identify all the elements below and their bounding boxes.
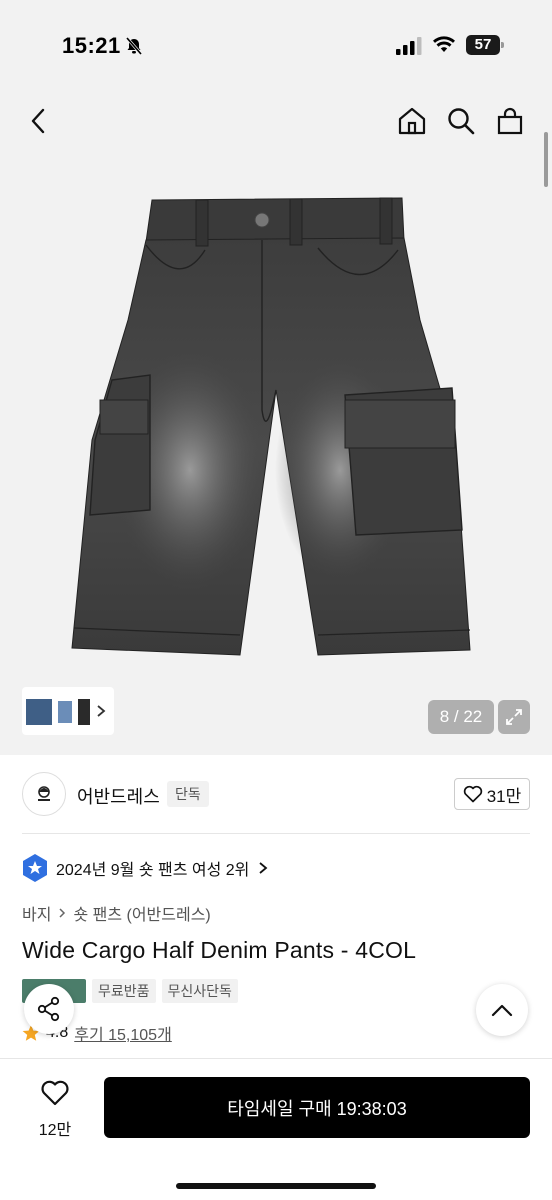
brand-like-count: 31만	[486, 786, 522, 806]
ranking-text: 2024년 9월 숏 팬츠 여성 2위	[56, 862, 250, 879]
bell-off-icon	[125, 37, 143, 55]
home-icon	[398, 107, 426, 135]
cart-button[interactable]	[490, 101, 530, 141]
wishlist-count: 12만	[38, 1122, 72, 1139]
brand-row: 어반드레스 단독 31만	[22, 772, 530, 818]
share-button[interactable]	[24, 984, 74, 1034]
brand-name[interactable]: 어반드레스	[77, 783, 160, 809]
share-icon	[37, 996, 60, 1022]
scrollbar[interactable]	[544, 132, 548, 187]
review-count-link[interactable]: 후기 15,105개	[74, 1021, 172, 1045]
bag-icon	[497, 107, 523, 135]
breadcrumb-item-subcategory[interactable]: 숏 팬츠 (어반드레스)	[73, 901, 210, 925]
signal-icon	[396, 37, 422, 55]
chevron-right-icon	[59, 908, 66, 918]
tag-free-return: 무료반품	[92, 979, 156, 1003]
ranking-link[interactable]: 2024년 9월 숏 팬츠 여성 2위	[22, 852, 269, 884]
thumbnail-strip[interactable]	[22, 687, 114, 735]
search-icon	[448, 108, 475, 135]
image-counter: 8 / 22	[428, 700, 494, 734]
product-gallery[interactable]: 8 / 22	[0, 90, 552, 755]
brand-logo-icon	[38, 786, 50, 801]
status-time: 15:21	[62, 33, 121, 58]
product-image[interactable]	[0, 190, 552, 755]
chevron-right-icon	[97, 705, 106, 717]
chevron-up-icon	[491, 1004, 513, 1017]
bottom-action-bar: 12만 타임세일 구매 19:38:03	[0, 1058, 552, 1200]
breadcrumb-item-category[interactable]: 바지	[22, 901, 51, 925]
brand-logo[interactable]	[22, 772, 66, 816]
breadcrumb: 바지 숏 팬츠 (어반드레스)	[22, 901, 211, 925]
exclusive-badge: 단독	[167, 781, 209, 807]
wifi-icon	[433, 36, 455, 52]
wishlist-button[interactable]: 12만	[22, 1079, 88, 1140]
status-bar: 15:21 57	[0, 0, 552, 90]
back-icon	[31, 108, 45, 134]
ranking-badge-icon	[23, 854, 47, 882]
chevron-right-icon	[259, 862, 268, 874]
tag-musinsa-exclusive: 무신사단독	[161, 979, 238, 1003]
battery-level: 57	[466, 35, 500, 55]
brand-like-button[interactable]: 31만	[454, 778, 530, 810]
heart-icon	[463, 785, 482, 803]
buy-button[interactable]: 타임세일 구매 19:38:03	[104, 1077, 530, 1138]
battery-icon: 57	[466, 35, 504, 55]
product-title: Wide Cargo Half Denim Pants - 4COL	[22, 937, 417, 963]
expand-button[interactable]	[498, 700, 530, 734]
heart-icon	[41, 1080, 69, 1106]
home-indicator[interactable]	[176, 1183, 376, 1189]
thumbnail-image	[26, 699, 90, 725]
home-button[interactable]	[392, 101, 432, 141]
divider	[22, 833, 530, 834]
expand-icon	[506, 709, 522, 725]
back-button[interactable]	[18, 101, 58, 141]
search-button[interactable]	[441, 101, 481, 141]
scroll-top-button[interactable]	[476, 984, 528, 1036]
